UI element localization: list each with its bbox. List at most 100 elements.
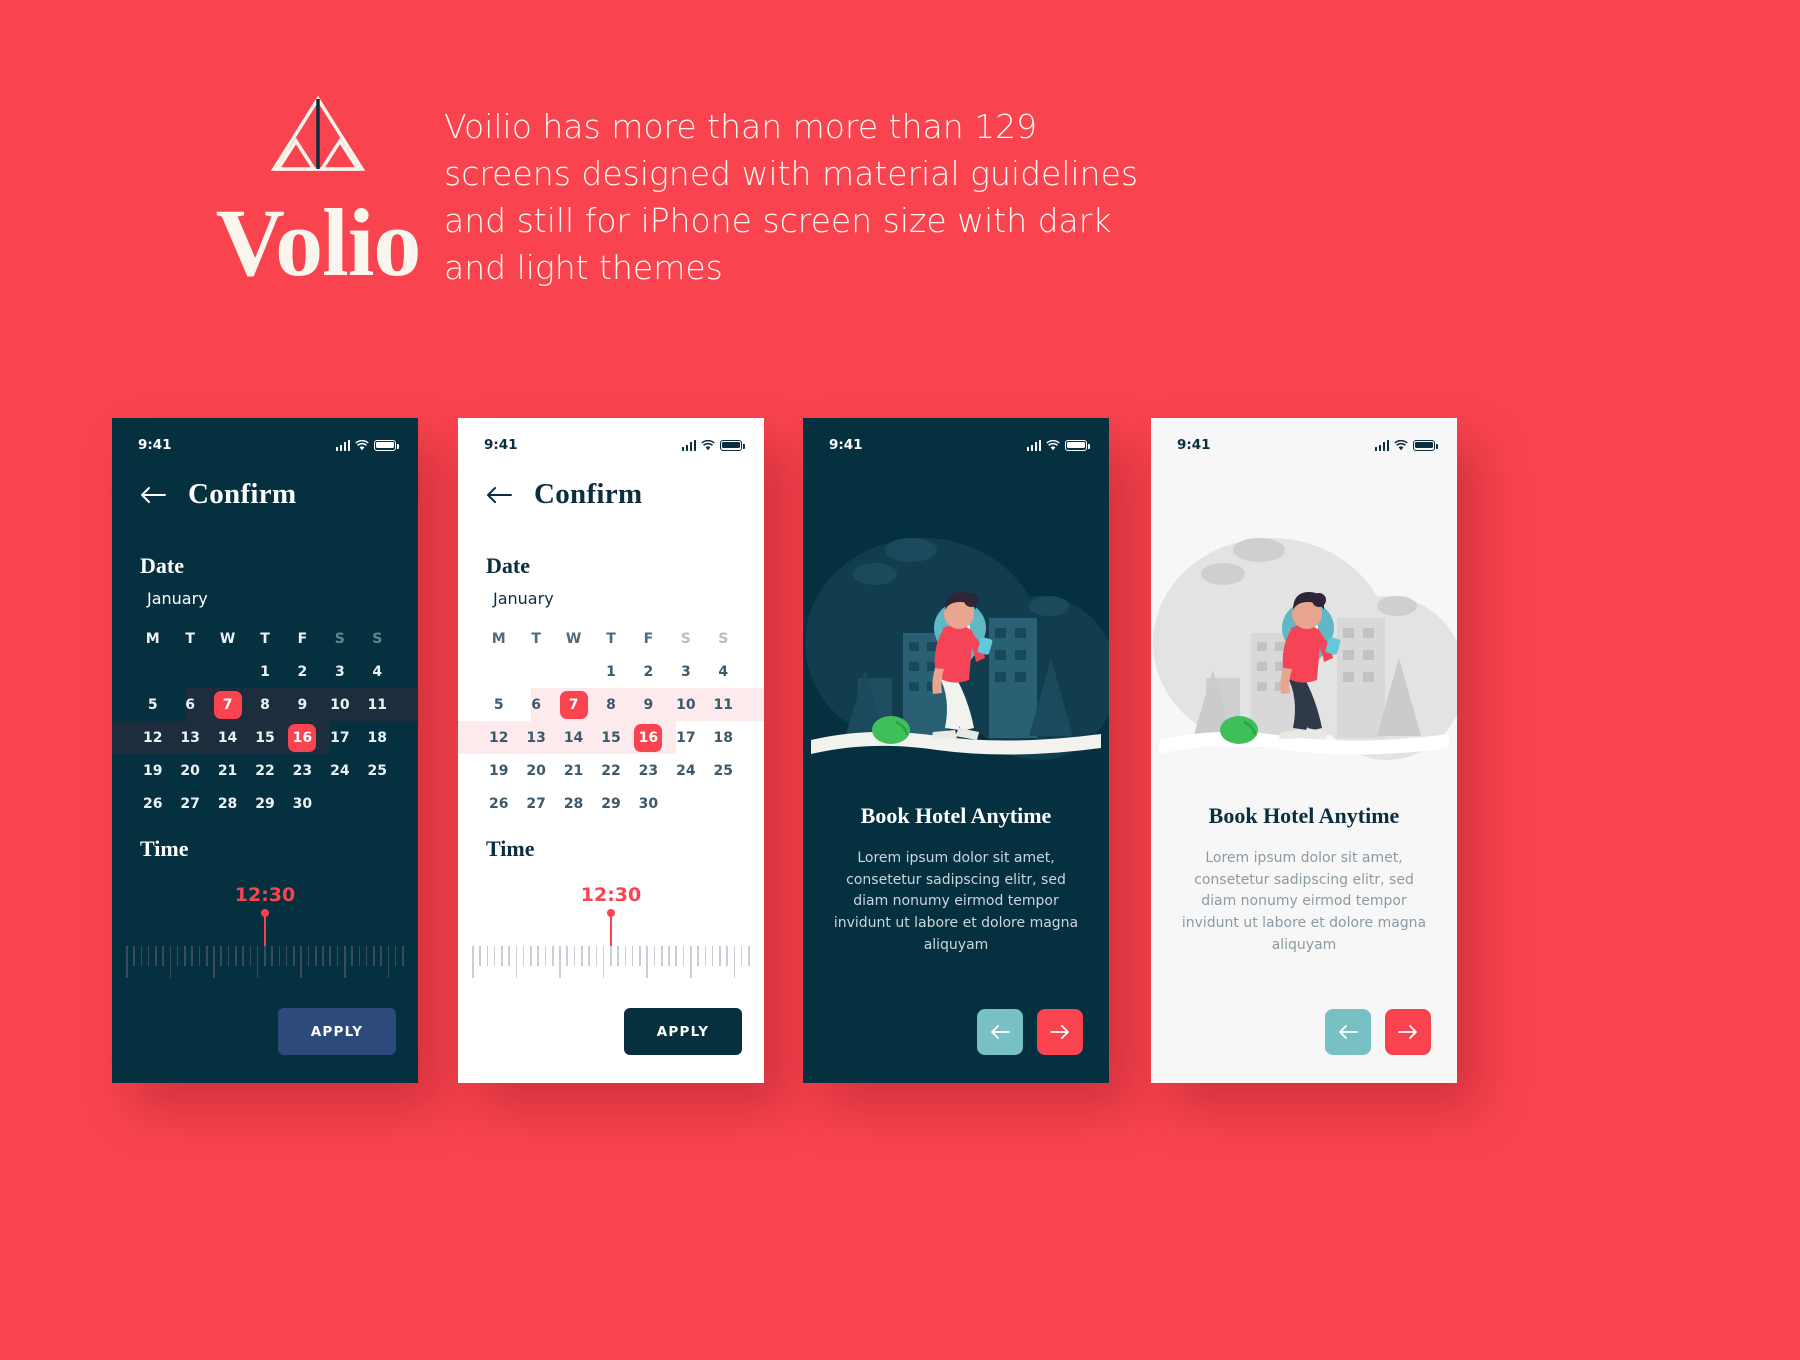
weekday-label: W [565, 630, 582, 647]
calendar-weekday-row: M T W T F S S [458, 622, 764, 655]
ruler-tick [704, 946, 707, 966]
calendar-week-row[interactable]: 19 20 21 22 23 24 25 [112, 754, 418, 787]
calendar-day[interactable]: 10 [321, 697, 358, 713]
calendar-week-row[interactable]: 12 13 14 15 16 17 18 [112, 721, 418, 754]
wifi-icon [1394, 439, 1408, 450]
calendar-day[interactable]: 12 [480, 730, 517, 746]
calendar-day[interactable]: 29 [592, 796, 629, 812]
apply-button[interactable]: APPLY [278, 1008, 396, 1055]
calendar-day[interactable]: 27 [171, 796, 208, 812]
calendar-day[interactable]: 20 [171, 763, 208, 779]
calendar-day[interactable]: 23 [284, 763, 321, 779]
calendar-day[interactable]: 2 [284, 664, 321, 680]
calendar-day-selected-end[interactable]: 16 [630, 723, 667, 752]
calendar-day[interactable]: 17 [667, 730, 704, 746]
time-value: 12:30 [580, 884, 642, 906]
ruler-tick [573, 946, 576, 966]
calendar-day[interactable]: 10 [667, 697, 704, 713]
calendar-day-selected-start[interactable]: 7 [555, 690, 592, 719]
ruler-tick [249, 946, 252, 966]
calendar-day[interactable]: 30 [284, 796, 321, 812]
calendar-day[interactable]: 13 [171, 730, 208, 746]
next-button[interactable] [1385, 1009, 1431, 1055]
calendar-day[interactable]: 21 [209, 763, 246, 779]
calendar-day[interactable]: 24 [667, 763, 704, 779]
prev-button[interactable] [1325, 1009, 1371, 1055]
calendar-week-row[interactable]: 1 2 3 4 [112, 655, 418, 688]
calendar-day[interactable]: 12 [134, 730, 171, 746]
calendar-day[interactable]: 14 [555, 730, 592, 746]
calendar-day[interactable]: 30 [630, 796, 667, 812]
calendar-day[interactable]: 19 [134, 763, 171, 779]
calendar-day[interactable]: 9 [284, 697, 321, 713]
calendar-week-row[interactable]: 5 6 7 8 9 10 11 [458, 688, 764, 721]
calendar-day[interactable]: 27 [517, 796, 554, 812]
phone-screen-onboarding-light: 9:41 Book Hotel Anytime Lorem ipsum dolo… [1151, 418, 1457, 1083]
ruler-tick [271, 946, 273, 966]
calendar-week-row[interactable]: 12 13 14 15 16 17 18 [458, 721, 764, 754]
calendar-day[interactable]: 11 [359, 697, 396, 713]
onboarding-title: Book Hotel Anytime [1208, 803, 1400, 828]
time-slider-1[interactable]: 12:30 [112, 878, 418, 983]
apply-button[interactable]: APPLY [624, 1008, 742, 1055]
calendar-day[interactable]: 25 [705, 763, 742, 779]
calendar-day[interactable]: 28 [209, 796, 246, 812]
calendar-week-row[interactable]: 19 20 21 22 23 24 25 [458, 754, 764, 787]
ruler-tick [501, 946, 503, 966]
calendar-day[interactable]: 20 [517, 763, 554, 779]
calendar-day-selected-start[interactable]: 7 [209, 690, 246, 719]
calendar-day[interactable]: 6 [171, 697, 208, 713]
ruler-tick [748, 946, 750, 966]
calendar-day[interactable]: 14 [209, 730, 246, 746]
calendar-day-selected-end[interactable]: 16 [284, 723, 321, 752]
calendar-week-row[interactable]: 26 27 28 29 30 [112, 787, 418, 820]
calendar-day[interactable]: 8 [592, 697, 629, 713]
calendar-day[interactable]: 22 [592, 763, 629, 779]
back-arrow-icon[interactable] [486, 485, 512, 505]
calendar-day[interactable]: 29 [246, 796, 283, 812]
calendar-day[interactable]: 26 [480, 796, 517, 812]
calendar-day[interactable]: 3 [321, 664, 358, 680]
calendar-day[interactable]: 23 [630, 763, 667, 779]
calendar-2[interactable]: January M T W T F S S 1 2 3 4 5 6 7 8 9 … [458, 589, 764, 820]
time-ruler-ticks [472, 946, 750, 978]
calendar-day[interactable]: 11 [705, 697, 742, 713]
calendar-day[interactable]: 2 [630, 664, 667, 680]
ruler-tick [479, 946, 481, 966]
calendar-day[interactable]: 26 [134, 796, 171, 812]
next-button[interactable] [1037, 1009, 1083, 1055]
calendar-day[interactable]: 4 [705, 664, 742, 680]
calendar-day[interactable]: 15 [246, 730, 283, 746]
calendar-day[interactable]: 25 [359, 763, 396, 779]
calendar-day[interactable]: 21 [555, 763, 592, 779]
back-arrow-icon[interactable] [140, 485, 166, 505]
weekday-label: T [531, 630, 541, 647]
calendar-day[interactable]: 18 [359, 730, 396, 746]
calendar-day[interactable]: 28 [555, 796, 592, 812]
calendar-week-row[interactable]: 5 6 7 8 9 10 11 [112, 688, 418, 721]
calendar-day[interactable]: 1 [592, 664, 629, 680]
prev-button[interactable] [977, 1009, 1023, 1055]
calendar-day[interactable]: 13 [517, 730, 554, 746]
calendar-day[interactable]: 24 [321, 763, 358, 779]
ruler-tick [493, 946, 496, 966]
calendar-day[interactable]: 6 [517, 697, 554, 713]
calendar-week-row[interactable]: 26 27 28 29 30 [458, 787, 764, 820]
calendar-day[interactable]: 3 [667, 664, 704, 680]
calendar-day[interactable]: 18 [705, 730, 742, 746]
calendar-day[interactable]: 15 [592, 730, 629, 746]
calendar-day[interactable]: 4 [359, 664, 396, 680]
time-slider-2[interactable]: 12:30 [458, 878, 764, 983]
date-section-label: Date [140, 553, 184, 578]
calendar-day[interactable]: 17 [321, 730, 358, 746]
calendar-week-row[interactable]: 1 2 3 4 [458, 655, 764, 688]
calendar-day[interactable]: 1 [246, 664, 283, 680]
calendar-day[interactable]: 9 [630, 697, 667, 713]
calendar-day[interactable]: 5 [134, 697, 171, 713]
calendar-day[interactable]: 19 [480, 763, 517, 779]
calendar-day[interactable]: 5 [480, 697, 517, 713]
ruler-tick [566, 946, 569, 966]
calendar-day[interactable]: 8 [246, 697, 283, 713]
calendar-day[interactable]: 22 [246, 763, 283, 779]
calendar-1[interactable]: January M T W T F S S 1 2 3 4 5 6 7 8 9 … [112, 589, 418, 820]
